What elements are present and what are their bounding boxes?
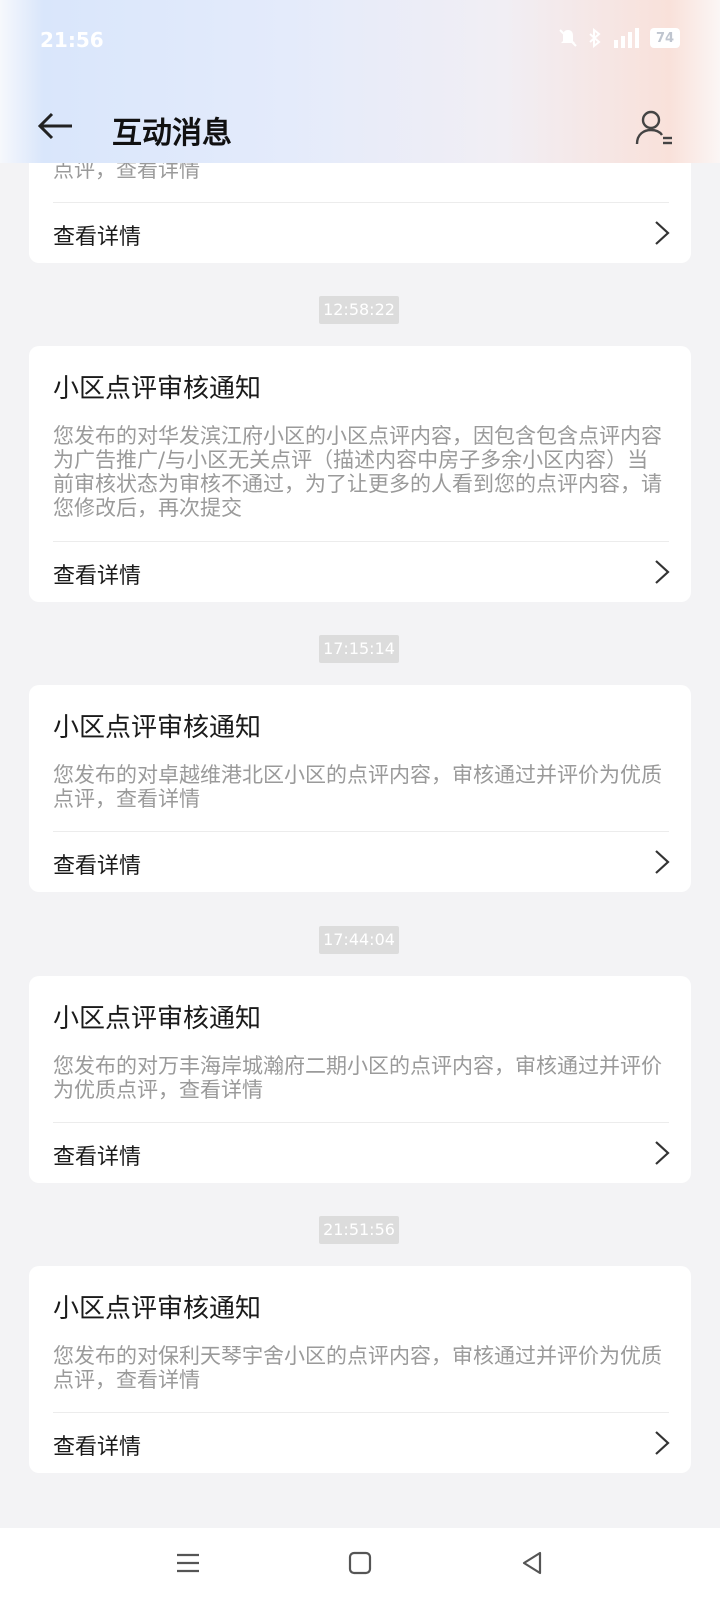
user-settings-icon[interactable] [634, 108, 674, 148]
status-bar: 21:56 74 [0, 0, 720, 82]
menu-icon[interactable] [173, 1548, 203, 1578]
battery-indicator: 74 [650, 28, 680, 48]
view-details-label: 查看详情 [53, 564, 142, 589]
message-body: 您发布的对卓越维港北区小区的点评内容，审核通过并评价为优质点评，查看详情 [53, 763, 662, 811]
status-time: 21:56 [40, 28, 104, 52]
chevron-right-icon [655, 1431, 670, 1455]
message-timestamp: 17:15:14 [319, 635, 399, 663]
view-details-row[interactable]: 查看详情 [29, 203, 691, 263]
message-body: 您发布的对保利天琴宇舍小区的点评内容，审核通过并评价为优质点评，查看详情 [53, 1344, 662, 1392]
triangle-back-icon[interactable] [517, 1548, 547, 1578]
chevron-right-icon [655, 850, 670, 874]
message-card: 小区点评审核通知 您发布的对卓越维港北区小区的点评内容，审核通过并评价为优质点评… [29, 685, 691, 892]
chevron-right-icon [655, 560, 670, 584]
message-title: 小区点评审核通知 [53, 1294, 262, 1324]
message-timestamp: 12:58:22 [319, 296, 399, 324]
home-square-icon[interactable] [345, 1548, 375, 1578]
message-title: 小区点评审核通知 [53, 1004, 262, 1034]
message-title: 小区点评审核通知 [53, 374, 262, 404]
chevron-right-icon [655, 221, 670, 245]
message-card: 小区点评审核通知 您发布的对保利天琴宇舍小区的点评内容，审核通过并评价为优质点评… [29, 1266, 691, 1473]
message-timestamp: 17:44:04 [319, 926, 399, 954]
message-card: 小区点评审核通知 您发布的对万丰海岸城瀚府二期小区的点评内容，审核通过并评价为优… [29, 976, 691, 1183]
bluetooth-icon [589, 28, 601, 48]
view-details-row[interactable]: 查看详情 [29, 1123, 691, 1183]
view-details-label: 查看详情 [53, 854, 142, 879]
chevron-right-icon [655, 1141, 670, 1165]
message-timestamp: 21:51:56 [319, 1216, 399, 1244]
view-details-label: 查看详情 [53, 1435, 142, 1460]
message-body: 您发布的对华发滨江府小区的小区点评内容，因包含包含点评内容为广告推广/与小区无关… [53, 424, 662, 520]
signal-icon [614, 28, 639, 48]
view-details-row[interactable]: 查看详情 [29, 1413, 691, 1473]
app-header: 21:56 74 互动消息 [0, 0, 720, 163]
arrow-left-icon[interactable] [32, 104, 80, 152]
system-nav-bar [0, 1528, 720, 1604]
page-title: 互动消息 [112, 116, 232, 151]
message-title: 小区点评审核通知 [53, 713, 262, 743]
message-body: 您发布的对万丰海岸城瀚府二期小区的点评内容，审核通过并评价为优质点评，查看详情 [53, 1054, 662, 1102]
mute-bell-icon [559, 29, 577, 47]
view-details-row[interactable]: 查看详情 [29, 832, 691, 892]
view-details-label: 查看详情 [53, 1145, 142, 1170]
view-details-label: 查看详情 [53, 225, 142, 250]
message-card: 小区点评审核通知 您发布的对华发滨江府小区的小区点评内容，因包含包含点评内容为广… [29, 346, 691, 602]
status-icons: 74 [558, 28, 680, 48]
view-details-row[interactable]: 查看详情 [29, 542, 691, 602]
